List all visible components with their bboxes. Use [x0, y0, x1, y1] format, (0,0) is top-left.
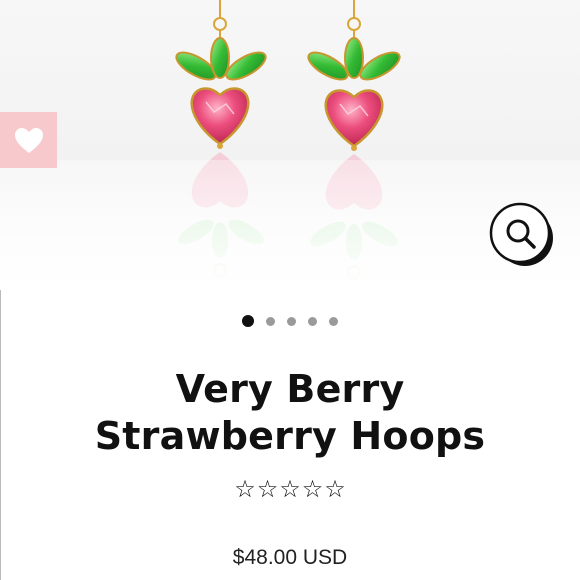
- product-title-line-1: Very Berry: [175, 367, 405, 411]
- star-icon: ☆: [256, 475, 279, 503]
- left-earring: [175, 0, 267, 149]
- star-icon: ☆: [279, 475, 301, 503]
- heart-icon: [14, 127, 43, 153]
- gallery-pagination[interactable]: [0, 313, 580, 329]
- pagination-dot-4[interactable]: [308, 316, 317, 326]
- right-earring: [307, 0, 401, 151]
- product-image-gallery[interactable]: [0, 0, 580, 290]
- product-title: Very Berry Strawberry Hoops: [20, 366, 560, 460]
- zoom-button[interactable]: [488, 200, 556, 268]
- pagination-dot-1[interactable]: [242, 315, 254, 327]
- star-icon: ☆: [301, 475, 324, 503]
- pagination-dot-3[interactable]: [287, 316, 296, 326]
- pagination-dot-5[interactable]: [329, 316, 338, 326]
- star-icon: ☆: [324, 475, 346, 503]
- product-price: $48.00 USD: [232, 546, 348, 569]
- wishlist-button[interactable]: [0, 112, 57, 168]
- pagination-dot-2[interactable]: [266, 316, 275, 326]
- star-rating[interactable]: ☆ ☆ ☆ ☆ ☆: [0, 476, 580, 502]
- search-icon: [489, 202, 553, 266]
- page-edge-divider: [0, 290, 1, 580]
- product-title-line-2: Strawberry Hoops: [94, 414, 486, 458]
- star-icon: ☆: [234, 475, 256, 503]
